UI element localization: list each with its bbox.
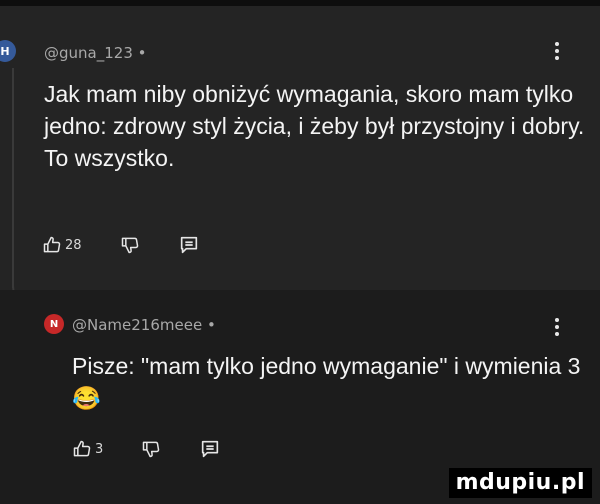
comment-author-handle[interactable]: @Name216meee • bbox=[72, 316, 216, 334]
more-vertical-icon[interactable] bbox=[555, 318, 559, 336]
more-vertical-icon[interactable] bbox=[555, 42, 559, 60]
like-count: 3 bbox=[95, 441, 104, 457]
thumb-up-icon bbox=[73, 440, 91, 457]
comment-actions: 3 bbox=[72, 438, 259, 460]
thumb-down-icon bbox=[121, 237, 138, 254]
thumb-up-icon bbox=[43, 236, 61, 253]
comment-text: Jak mam niby obniżyć wymagania, skoro ma… bbox=[44, 81, 585, 171]
like-count: 28 bbox=[65, 237, 82, 253]
reply-button[interactable] bbox=[199, 438, 221, 460]
dislike-button[interactable] bbox=[120, 235, 140, 255]
comment-text: Pisze: "mam tylko jedno wymaganie" i wym… bbox=[72, 350, 592, 414]
reply-comment-icon bbox=[180, 236, 197, 254]
like-button[interactable]: 3 bbox=[72, 439, 103, 459]
reply-comment-icon bbox=[202, 440, 219, 458]
comment-actions: 28 bbox=[42, 234, 238, 256]
comment-1: H @guna_123 • Jak mam niby obniżyć wymag… bbox=[0, 6, 600, 290]
comment-author-handle[interactable]: @guna_123 • bbox=[44, 44, 146, 62]
reply-button[interactable] bbox=[178, 234, 200, 256]
thread-line bbox=[12, 68, 14, 288]
avatar[interactable]: N bbox=[44, 314, 64, 334]
thumb-down-icon bbox=[143, 441, 160, 458]
site-watermark: mdupiu.pl bbox=[448, 468, 592, 498]
avatar[interactable]: H bbox=[0, 40, 16, 62]
comment-text-body: Pisze: "mam tylko jedno wymaganie" i wym… bbox=[72, 353, 581, 379]
dislike-button[interactable] bbox=[141, 439, 161, 459]
like-button[interactable]: 28 bbox=[42, 235, 82, 255]
watermark-text: mdupiu.pl bbox=[448, 468, 592, 498]
laughing-emoji: 😂 bbox=[72, 385, 101, 411]
